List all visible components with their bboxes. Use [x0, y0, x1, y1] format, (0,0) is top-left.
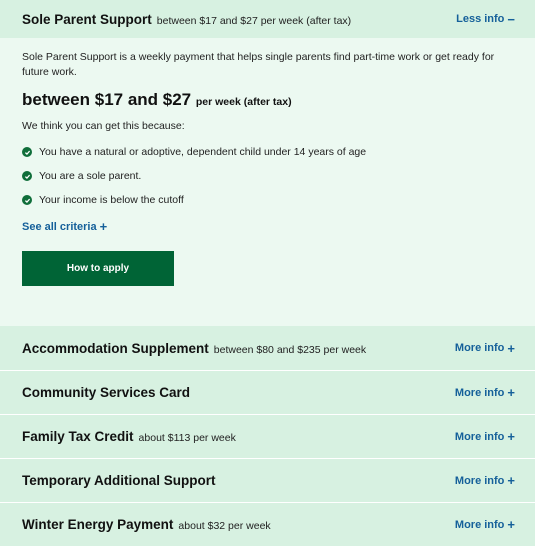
item-title-wrap: Temporary Additional Support — [22, 473, 221, 488]
item-title: Temporary Additional Support — [22, 473, 216, 488]
toggle-label: More info — [454, 474, 505, 487]
less-info-toggle[interactable]: Less info − — [456, 13, 515, 26]
toggle-label: More info — [454, 518, 505, 531]
plus-icon: + — [507, 517, 515, 532]
plus-icon: + — [99, 219, 108, 234]
check-icon — [22, 195, 32, 205]
criteria-item: Your income is below the cutoff — [22, 188, 513, 212]
more-info-toggle[interactable]: More info + — [455, 430, 515, 443]
panel-title-wrap: Sole Parent Support between $17 and $27 … — [22, 12, 351, 27]
check-icon — [22, 171, 32, 181]
plus-icon: + — [507, 473, 515, 488]
criteria-text: You have a natural or adoptive, dependen… — [39, 146, 367, 158]
benefits-accordion: Sole Parent Support between $17 and $27 … — [0, 0, 535, 546]
item-title: Accommodation Supplement — [22, 340, 209, 356]
more-info-toggle[interactable]: More info + — [455, 342, 515, 355]
item-subtitle: about $32 per week — [178, 520, 271, 532]
see-all-label: See all criteria — [22, 220, 97, 233]
toggle-label: More info — [454, 342, 505, 354]
more-info-toggle[interactable]: More info + — [455, 518, 515, 531]
plus-icon: + — [507, 385, 515, 400]
item-title-wrap: Community Services Card — [22, 385, 195, 400]
plus-icon: + — [507, 429, 515, 444]
toggle-label: Less info — [456, 13, 505, 25]
benefit-amount: between $17 and $27 per week (after tax) — [22, 90, 513, 110]
accordion-item-community-services-card[interactable]: Community Services Card More info + — [0, 370, 535, 414]
more-info-toggle[interactable]: More info + — [455, 386, 515, 399]
accordion-item-winter-energy-payment[interactable]: Winter Energy Payment about $32 per week… — [0, 502, 535, 546]
item-subtitle: about $113 per week — [138, 432, 236, 444]
panel-header-sole-parent-support[interactable]: Sole Parent Support between $17 and $27 … — [0, 0, 535, 38]
accordion-item-family-tax-credit[interactable]: Family Tax Credit about $113 per week Mo… — [0, 414, 535, 458]
criteria-lead: We think you can get this because: — [22, 120, 185, 132]
benefit-description: Sole Parent Support is a weekly payment … — [22, 51, 495, 78]
item-title: Family Tax Credit — [22, 429, 134, 444]
toggle-label: More info — [454, 430, 505, 443]
accordion-item-accommodation-supplement[interactable]: Accommodation Supplement between $80 and… — [0, 326, 535, 370]
amount-main: between $17 and $27 — [22, 90, 192, 109]
item-title-wrap: Winter Energy Payment about $32 per week — [22, 517, 271, 532]
criteria-text: You are a sole parent. — [39, 170, 142, 182]
accordion-item-temporary-additional-support[interactable]: Temporary Additional Support More info + — [0, 458, 535, 502]
how-to-apply-button[interactable]: How to apply — [22, 251, 174, 286]
panel-subtitle: between $17 and $27 per week (after tax) — [156, 14, 352, 27]
minus-icon: − — [507, 11, 515, 27]
item-title: Winter Energy Payment — [22, 517, 174, 532]
more-info-toggle[interactable]: More info + — [455, 474, 515, 487]
criteria-item: You have a natural or adoptive, dependen… — [22, 140, 513, 164]
item-subtitle: between $80 and $235 per week — [213, 343, 367, 356]
item-title-wrap: Family Tax Credit about $113 per week — [22, 429, 236, 444]
item-title: Community Services Card — [22, 385, 191, 400]
panel-title: Sole Parent Support — [22, 11, 152, 27]
check-icon — [22, 147, 32, 157]
criteria-item: You are a sole parent. — [22, 164, 513, 188]
collapsed-items: Accommodation Supplement between $80 and… — [0, 326, 535, 546]
see-all-criteria-link[interactable]: See all criteria + — [22, 220, 107, 233]
plus-icon: + — [507, 340, 515, 356]
item-title-wrap: Accommodation Supplement between $80 and… — [22, 341, 366, 356]
amount-suffix: per week (after tax) — [195, 96, 292, 108]
panel-body-sole-parent-support: Sole Parent Support is a weekly payment … — [0, 38, 535, 326]
toggle-label: More info — [454, 386, 505, 399]
criteria-text: Your income is below the cutoff — [39, 194, 184, 206]
criteria-list: You have a natural or adoptive, dependen… — [22, 140, 513, 212]
